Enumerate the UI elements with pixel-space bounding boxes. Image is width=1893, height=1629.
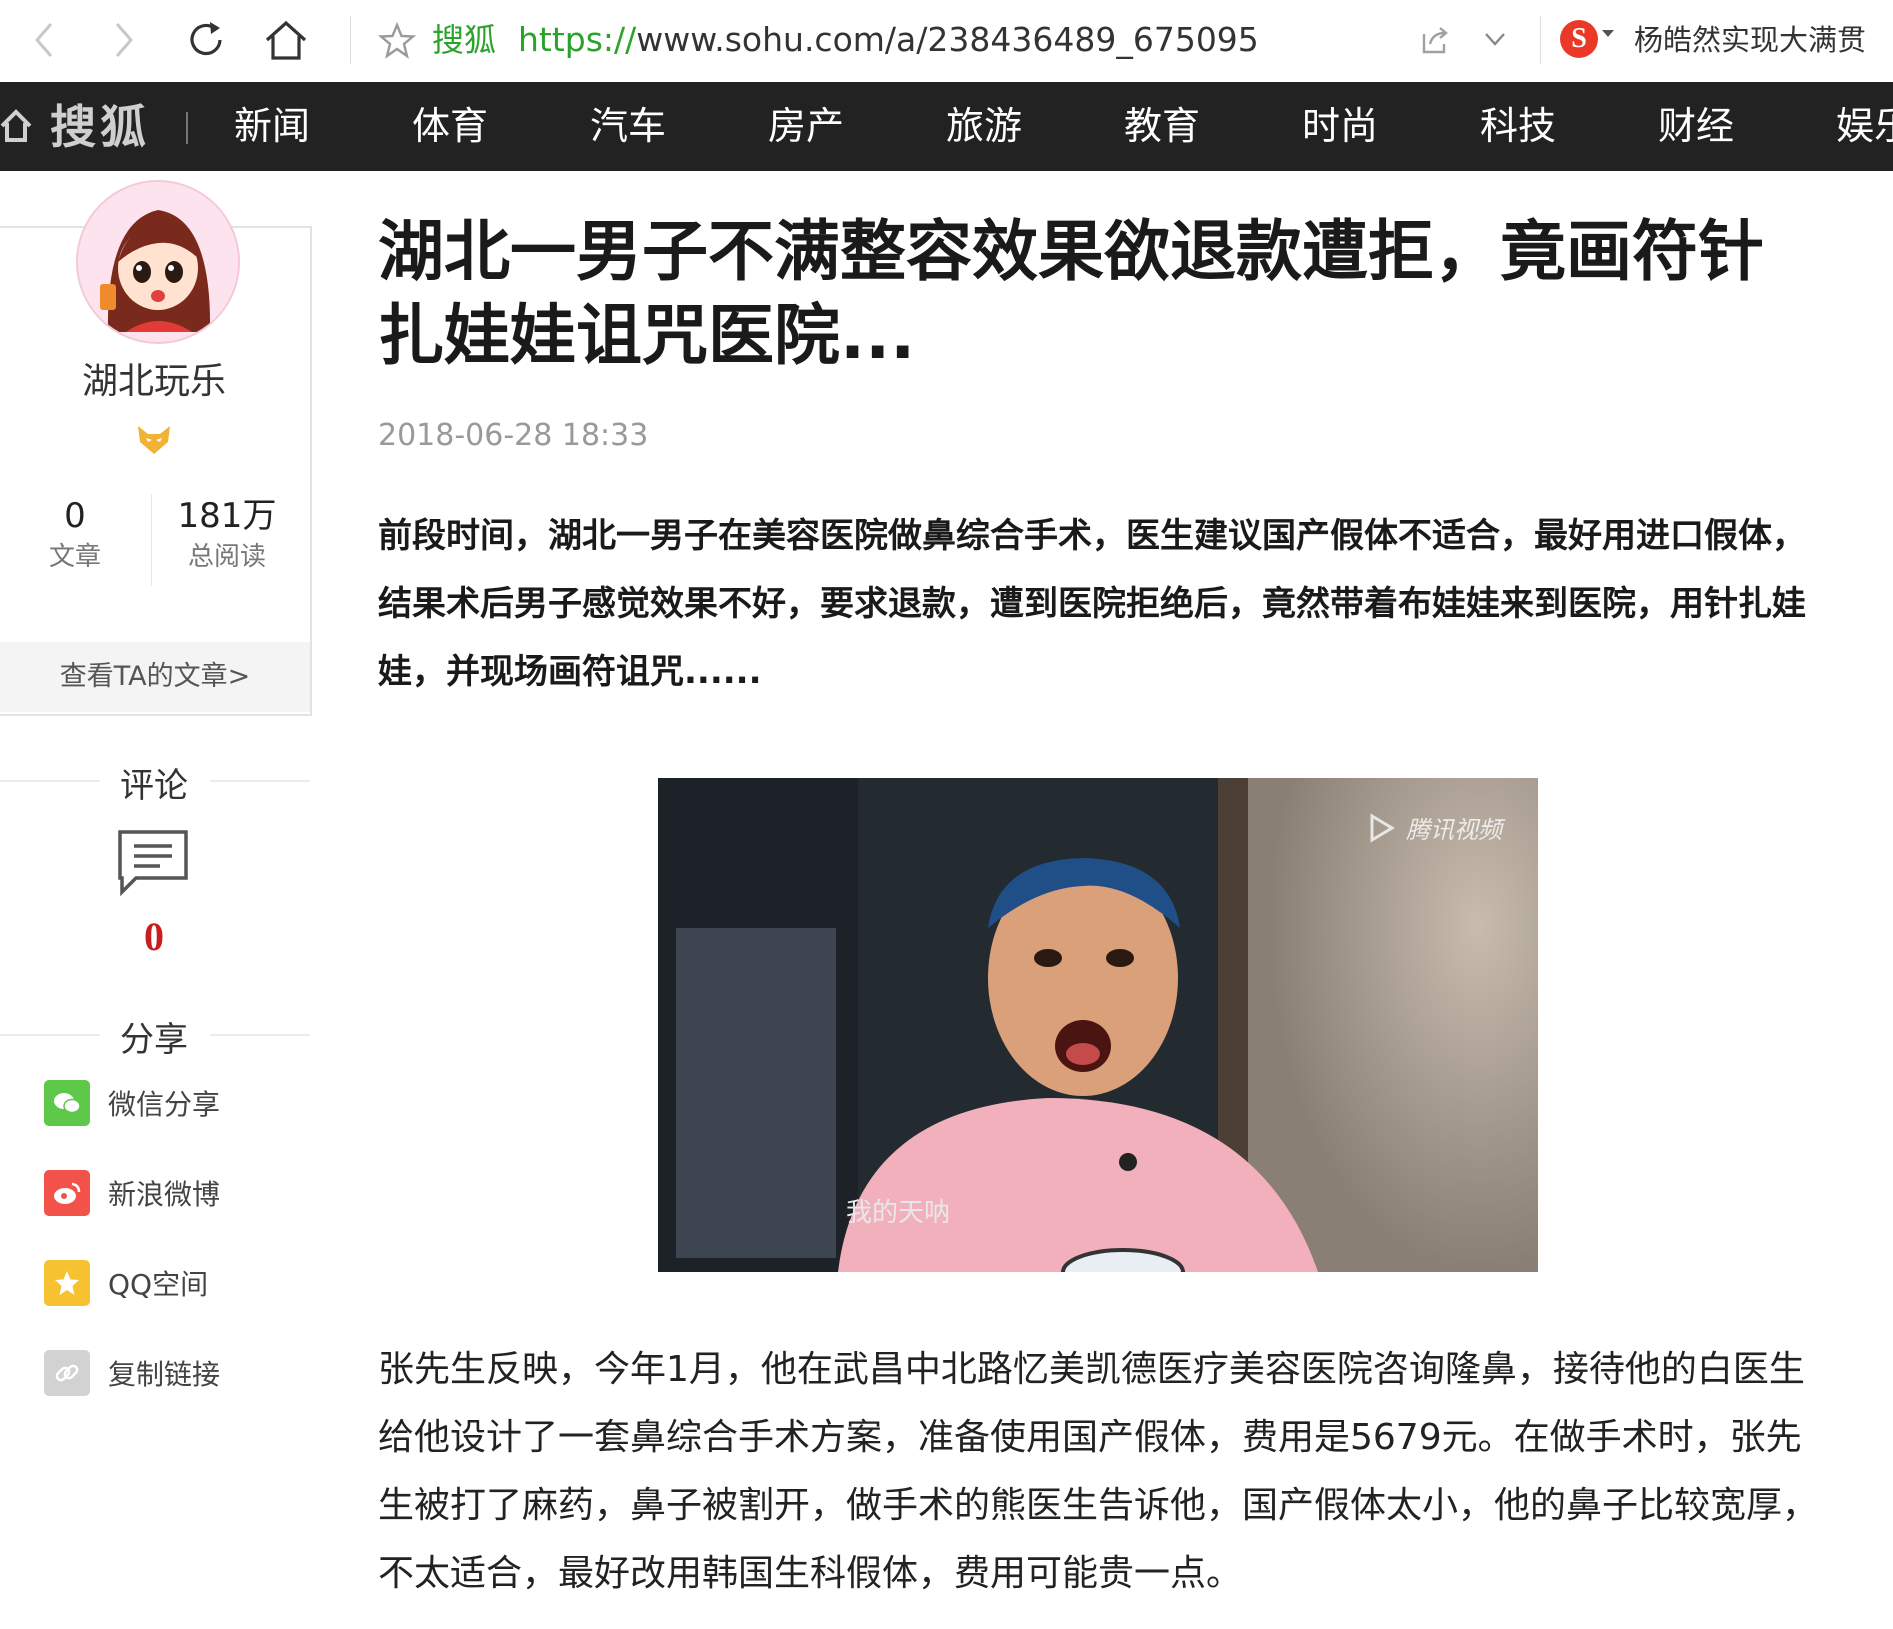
nav-item-travel[interactable]: 旅游	[946, 82, 1124, 171]
qzone-icon	[44, 1260, 90, 1306]
nav-item-finance[interactable]: 财经	[1658, 82, 1836, 171]
video-watermark: 腾讯视频	[1406, 816, 1502, 844]
forward-button[interactable]	[98, 14, 150, 66]
nav-item-news[interactable]: 新闻	[234, 82, 412, 171]
bookmark-star-icon[interactable]	[378, 22, 416, 60]
home-button[interactable]	[260, 14, 312, 66]
weibo-icon	[44, 1170, 90, 1216]
share-weibo[interactable]: 新浪微博	[44, 1170, 220, 1216]
article-body-paragraph: 张先生反映，今年1月，他在武昌中北路忆美凯德医疗美容医院咨询隆鼻，接待他的白医生…	[378, 1349, 1819, 1594]
share-wechat-label: 微信分享	[108, 1088, 221, 1121]
article: 湖北一男子不满整容效果欲退款遭拒，竟画符针扎娃娃诅咒医院... 2018-06-…	[378, 210, 1818, 1594]
nav-items: 新闻 体育 汽车 房产 旅游 教育 时尚 科技 财经 娱乐	[234, 82, 1893, 171]
nav-item-auto[interactable]: 汽车	[590, 82, 768, 171]
nav-item-tech[interactable]: 科技	[1480, 82, 1658, 171]
article-image[interactable]: 腾讯视频 我的天呐	[658, 778, 1538, 1272]
share-qzone-label: QQ空间	[108, 1268, 209, 1301]
comment-count[interactable]: 0	[0, 912, 308, 962]
address-bar[interactable]: https://www.sohu.com/a/238436489_675095	[518, 20, 1259, 60]
nav-divider	[186, 112, 188, 144]
nav-item-realestate[interactable]: 房产	[768, 82, 946, 171]
share-copy-link[interactable]: 复制链接	[44, 1350, 220, 1396]
chevron-down-icon[interactable]	[1480, 24, 1510, 54]
share-copy-link-label: 复制链接	[108, 1358, 221, 1391]
sohu-home-icon[interactable]	[0, 106, 36, 146]
url-protocol: https://	[518, 20, 637, 59]
video-caption: 我的天呐	[846, 1198, 951, 1228]
chevron-left-icon	[35, 23, 53, 57]
comment-bubble-icon[interactable]	[116, 828, 190, 898]
back-button[interactable]	[18, 14, 70, 66]
fox-badge-icon	[138, 426, 170, 454]
sohu-brand-logo[interactable]: 搜狐	[50, 100, 150, 154]
comments-heading: 评论	[120, 766, 188, 806]
stat-reads: 181万 总阅读	[152, 494, 302, 576]
reads-count: 181万	[177, 496, 277, 536]
hot-search-suggestion[interactable]: 杨皓然实现大满贯	[1634, 20, 1866, 60]
article-lead: 前段时间，湖北一男子在美容医院做鼻综合手术，医生建议国产假体不适合，最好用进口假…	[378, 516, 1806, 692]
sogou-logo-icon[interactable]: S	[1560, 20, 1598, 58]
article-title: 湖北一男子不满整容效果欲退款遭拒，竟画符针扎娃娃诅咒医院...	[378, 213, 1764, 374]
nav-item-fashion[interactable]: 时尚	[1302, 82, 1480, 171]
cartoon-girl-avatar-icon	[78, 182, 238, 342]
url-path: www.sohu.com/a/238436489_675095	[636, 20, 1259, 59]
home-icon	[265, 20, 307, 60]
share-wechat[interactable]: 微信分享	[44, 1080, 220, 1126]
share-qzone[interactable]: QQ空间	[44, 1260, 208, 1306]
video-still-image	[658, 778, 1538, 1272]
articles-count: 0	[64, 496, 86, 536]
author-name[interactable]: 湖北玩乐	[0, 358, 308, 406]
browser-toolbar: 搜狐 https://www.sohu.com/a/238436489_6750…	[0, 0, 1893, 83]
nav-item-sports[interactable]: 体育	[412, 82, 590, 171]
toolbar-divider	[1540, 16, 1541, 64]
wechat-icon	[44, 1080, 90, 1126]
articles-label: 文章	[48, 542, 101, 572]
site-identity-label[interactable]: 搜狐	[432, 20, 496, 60]
chevron-right-icon	[115, 23, 133, 57]
reload-icon	[190, 22, 222, 56]
reads-label: 总阅读	[187, 542, 266, 572]
share-weibo-label: 新浪微博	[108, 1178, 221, 1211]
share-heading: 分享	[120, 1020, 188, 1060]
link-icon	[44, 1350, 90, 1396]
toolbar-divider	[350, 16, 351, 64]
site-navigation: 搜狐 新闻 体育 汽车 房产 旅游 教育 时尚 科技 财经 娱乐	[0, 82, 1893, 171]
view-author-articles-link[interactable]: 查看TA的文章>	[0, 642, 310, 712]
article-date: 2018-06-28 18:33	[378, 418, 649, 453]
search-engine-dropdown-icon[interactable]	[1602, 30, 1614, 37]
author-avatar[interactable]	[76, 180, 240, 344]
nav-item-entertainment[interactable]: 娱乐	[1836, 82, 1893, 171]
nav-item-education[interactable]: 教育	[1124, 82, 1302, 171]
reload-button[interactable]	[180, 14, 232, 66]
share-page-icon[interactable]	[1418, 24, 1450, 56]
stat-articles: 0 文章	[0, 494, 150, 576]
